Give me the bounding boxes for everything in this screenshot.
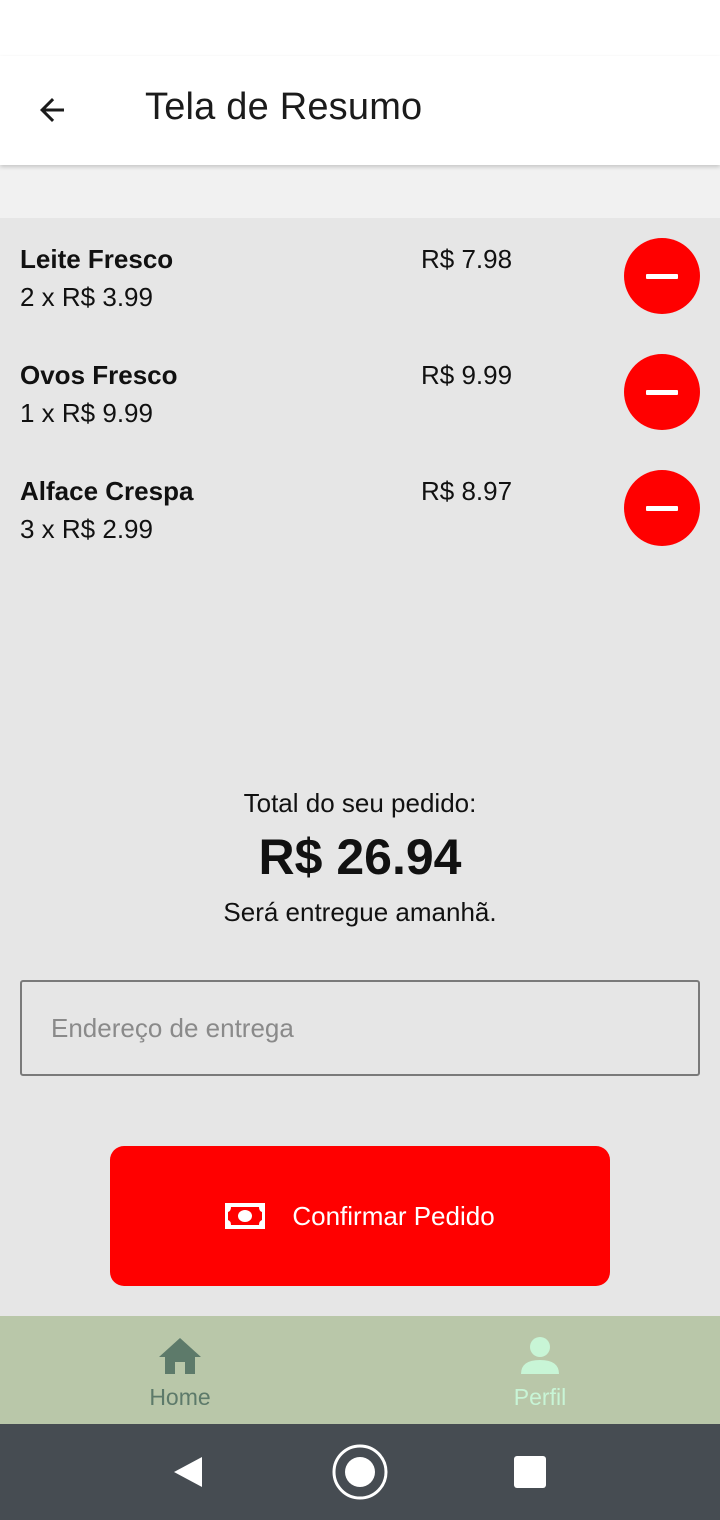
back-button[interactable] xyxy=(22,80,82,140)
nav-label-home: Home xyxy=(149,1384,211,1410)
total-value: R$ 26.94 xyxy=(258,829,462,885)
delivery-note: Será entregue amanhã. xyxy=(223,897,497,927)
status-bar xyxy=(0,0,720,56)
item-price: R$ 9.99 xyxy=(421,360,513,390)
system-home-icon[interactable] xyxy=(331,1443,389,1501)
item-name: Alface Crespa xyxy=(20,476,194,506)
list-item: Leite Fresco 2 x R$ 3.99 R$ 7.98 xyxy=(0,218,720,334)
system-navigation-bar xyxy=(0,1424,720,1520)
confirm-order-label: Confirmar Pedido xyxy=(292,1200,495,1231)
item-quantity: 1 x R$ 9.99 xyxy=(20,398,153,428)
home-icon xyxy=(159,1338,201,1374)
system-back-icon[interactable] xyxy=(172,1456,204,1488)
minus-icon xyxy=(646,389,678,395)
item-price: R$ 8.97 xyxy=(421,476,513,506)
address-field[interactable] xyxy=(20,980,700,1076)
confirm-order-button[interactable]: Confirmar Pedido xyxy=(110,1146,610,1286)
item-quantity: 3 x R$ 2.99 xyxy=(20,514,153,544)
bottom-navigation: Home Perfil xyxy=(0,1316,720,1424)
item-name: Leite Fresco xyxy=(20,244,174,274)
nav-label-perfil: Perfil xyxy=(513,1384,567,1410)
order-item-list: Leite Fresco 2 x R$ 3.99 R$ 7.98 Ovos Fr… xyxy=(0,218,720,566)
app-bar: Tela de Resumo xyxy=(0,56,720,165)
arrow-left-icon xyxy=(40,98,64,122)
list-item: Alface Crespa 3 x R$ 2.99 R$ 8.97 xyxy=(0,450,720,566)
page-title: Tela de Resumo xyxy=(145,86,423,128)
person-icon xyxy=(521,1337,559,1374)
cash-icon xyxy=(225,1203,266,1229)
item-quantity: 2 x R$ 3.99 xyxy=(20,282,153,312)
nav-item-home[interactable]: Home xyxy=(0,1316,360,1424)
remove-item-button[interactable] xyxy=(624,354,700,430)
total-label: Total do seu pedido: xyxy=(243,788,477,818)
list-header-spacer xyxy=(0,165,720,218)
minus-icon xyxy=(646,505,678,511)
remove-item-button[interactable] xyxy=(624,238,700,314)
item-name: Ovos Fresco xyxy=(20,360,178,390)
minus-icon xyxy=(646,273,678,279)
nav-item-perfil[interactable]: Perfil xyxy=(360,1316,720,1424)
remove-item-button[interactable] xyxy=(624,470,700,546)
system-recents-icon[interactable] xyxy=(513,1455,547,1489)
list-item: Ovos Fresco 1 x R$ 9.99 R$ 9.99 xyxy=(0,334,720,450)
item-price: R$ 7.98 xyxy=(421,244,513,274)
